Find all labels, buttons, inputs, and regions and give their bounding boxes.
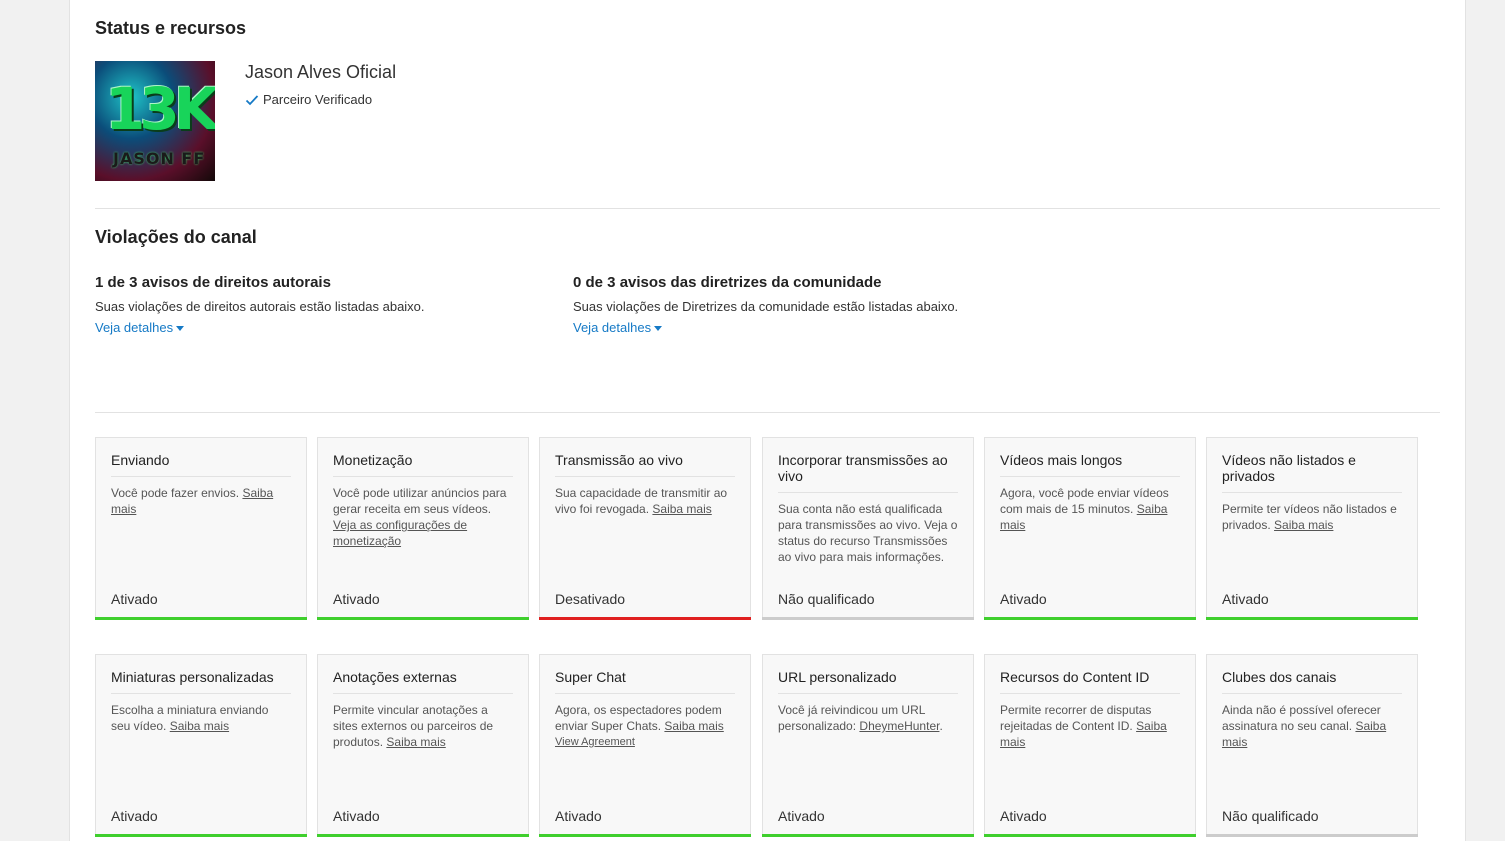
channel-name: Jason Alves Oficial	[245, 62, 397, 82]
feature-card: Incorporar transmissões ao vivo Sua conta…	[762, 437, 974, 620]
feature-link[interactable]: Saiba mais	[664, 719, 723, 733]
feature-card: Miniaturas personalizadas Escolha a minia…	[95, 654, 307, 837]
status-bar	[1206, 834, 1418, 837]
feature-status: Ativado	[555, 808, 602, 824]
community-strikes: 0 de 3 avisos das diretrizes da comunida…	[573, 274, 958, 335]
feature-title: Clubes dos canais	[1222, 669, 1402, 694]
avatar-logo-text: 13K	[105, 75, 215, 143]
verified-badge: Parceiro Verificado	[245, 92, 372, 107]
community-strikes-title: 0 de 3 avisos das diretrizes da comunida…	[573, 274, 882, 291]
verified-label: Parceiro Verificado	[263, 92, 373, 107]
page-panel: Status e recursos 13K JASON FF Jason Alv…	[69, 0, 1466, 841]
feature-title: Monetização	[333, 452, 513, 477]
feature-title: Recursos do Content ID	[1000, 669, 1180, 694]
feature-status: Não qualificado	[1222, 808, 1319, 824]
feature-title: Transmissão ao vivo	[555, 452, 735, 477]
feature-title: Vídeos não listados e privados	[1222, 452, 1402, 493]
feature-description: Você pode utilizar anúncios para gerar r…	[333, 485, 513, 549]
feature-status: Ativado	[333, 808, 380, 824]
status-bar	[95, 834, 307, 837]
violations-heading: Violações do canal	[95, 227, 257, 247]
copyright-strikes: 1 de 3 avisos de direitos autorais Suas …	[95, 274, 425, 335]
feature-card: Recursos do Content ID Permite recorrer d…	[984, 654, 1196, 837]
feature-link[interactable]: Saiba mais	[1274, 518, 1333, 532]
status-bar	[762, 617, 974, 620]
feature-link[interactable]: Saiba mais	[170, 719, 229, 733]
feature-card: URL personalizado Você já reivindicou um …	[762, 654, 974, 837]
feature-description-text: Você pode fazer envios.	[111, 486, 240, 500]
divider	[95, 208, 1440, 209]
feature-status: Desativado	[555, 591, 626, 607]
status-bar	[317, 617, 529, 620]
feature-link[interactable]: Saiba mais	[652, 502, 711, 516]
feature-description-suffix: .	[939, 719, 943, 733]
feature-description: Agora, os espectadores podem enviar Supe…	[555, 702, 735, 750]
feature-status: Ativado	[1222, 591, 1269, 607]
feature-status: Não qualificado	[778, 591, 875, 607]
status-bar	[95, 617, 307, 620]
feature-title: Anotações externas	[333, 669, 513, 694]
feature-card: Enviando Você pode fazer envios. Saiba ma…	[95, 437, 307, 620]
feature-status: Ativado	[1000, 591, 1047, 607]
feature-title: Vídeos mais longos	[1000, 452, 1180, 477]
caret-down-icon	[176, 326, 185, 331]
feature-status: Ativado	[778, 808, 825, 824]
avatar-logo-subtext: JASON FF	[113, 149, 206, 168]
status-heading: Status e recursos	[95, 18, 247, 38]
feature-description: Sua conta não está qualificada para tran…	[778, 501, 958, 565]
copyright-strikes-title: 1 de 3 avisos de direitos autorais	[95, 274, 331, 291]
feature-link[interactable]: Saiba mais	[386, 735, 445, 749]
copyright-strikes-description: Suas violações de direitos autorais estã…	[95, 299, 425, 314]
feature-card: Monetização Você pode utilizar anúncios p…	[317, 437, 529, 620]
channel-avatar[interactable]: 13K JASON FF	[95, 61, 215, 181]
divider	[95, 412, 1440, 413]
caret-down-icon	[654, 326, 663, 331]
feature-card: Clubes dos canais Ainda não é possível of…	[1206, 654, 1418, 837]
copyright-details-link[interactable]: Veja detalhes	[95, 320, 425, 335]
feature-title: Enviando	[111, 452, 291, 477]
feature-status: Ativado	[333, 591, 380, 607]
feature-description: Escolha a miniatura enviando seu vídeo. …	[111, 702, 291, 734]
feature-description: Ainda não é possível oferecer assinatura…	[1222, 702, 1402, 750]
feature-description-text: Sua conta não está qualificada para tran…	[778, 502, 958, 564]
status-bar	[762, 834, 974, 837]
feature-description: Agora, você pode enviar vídeos com mais …	[1000, 485, 1180, 533]
feature-card: Super Chat Agora, os espectadores podem e…	[539, 654, 751, 837]
feature-description: Permite vincular anotações a sites exter…	[333, 702, 513, 750]
feature-card: Transmissão ao vivo Sua capacidade de tra…	[539, 437, 751, 620]
feature-status: Ativado	[111, 591, 158, 607]
feature-description: Você pode fazer envios. Saiba mais	[111, 485, 291, 517]
community-details-link[interactable]: Veja detalhes	[573, 320, 958, 335]
community-strikes-description: Suas violações de Diretrizes da comunida…	[573, 299, 959, 314]
status-bar	[539, 617, 751, 620]
status-bar	[984, 617, 1196, 620]
feature-card: Vídeos mais longos Agora, você pode envia…	[984, 437, 1196, 620]
feature-description: Você já reivindicou um URL personalizado…	[778, 702, 958, 734]
view-agreement-link[interactable]: View Agreement	[555, 734, 735, 750]
feature-title: URL personalizado	[778, 669, 958, 694]
feature-description-text: Você pode utilizar anúncios para gerar r…	[333, 486, 507, 516]
feature-card: Anotações externas Permite vincular anota…	[317, 654, 529, 837]
feature-title: Miniaturas personalizadas	[111, 669, 291, 694]
feature-description: Permite recorrer de disputas rejeitadas …	[1000, 702, 1180, 750]
status-bar	[984, 834, 1196, 837]
status-bar	[539, 834, 751, 837]
feature-card: Vídeos não listados e privados Permite te…	[1206, 437, 1418, 620]
feature-link[interactable]: DheymeHunter	[859, 719, 939, 733]
status-bar	[1206, 617, 1418, 620]
feature-title: Super Chat	[555, 669, 735, 694]
check-icon	[245, 94, 259, 105]
feature-description: Permite ter vídeos não listados e privad…	[1222, 501, 1402, 533]
feature-description: Sua capacidade de transmitir ao vivo foi…	[555, 485, 735, 517]
feature-description-text: Permite recorrer de disputas rejeitadas …	[1000, 703, 1152, 733]
community-details-label: Veja detalhes	[573, 320, 652, 335]
feature-link[interactable]: Veja as configurações de monetização	[333, 518, 467, 548]
feature-status: Ativado	[1000, 808, 1047, 824]
feature-status: Ativado	[111, 808, 158, 824]
status-bar	[317, 834, 529, 837]
feature-title: Incorporar transmissões ao vivo	[778, 452, 958, 493]
copyright-details-label: Veja detalhes	[95, 320, 174, 335]
